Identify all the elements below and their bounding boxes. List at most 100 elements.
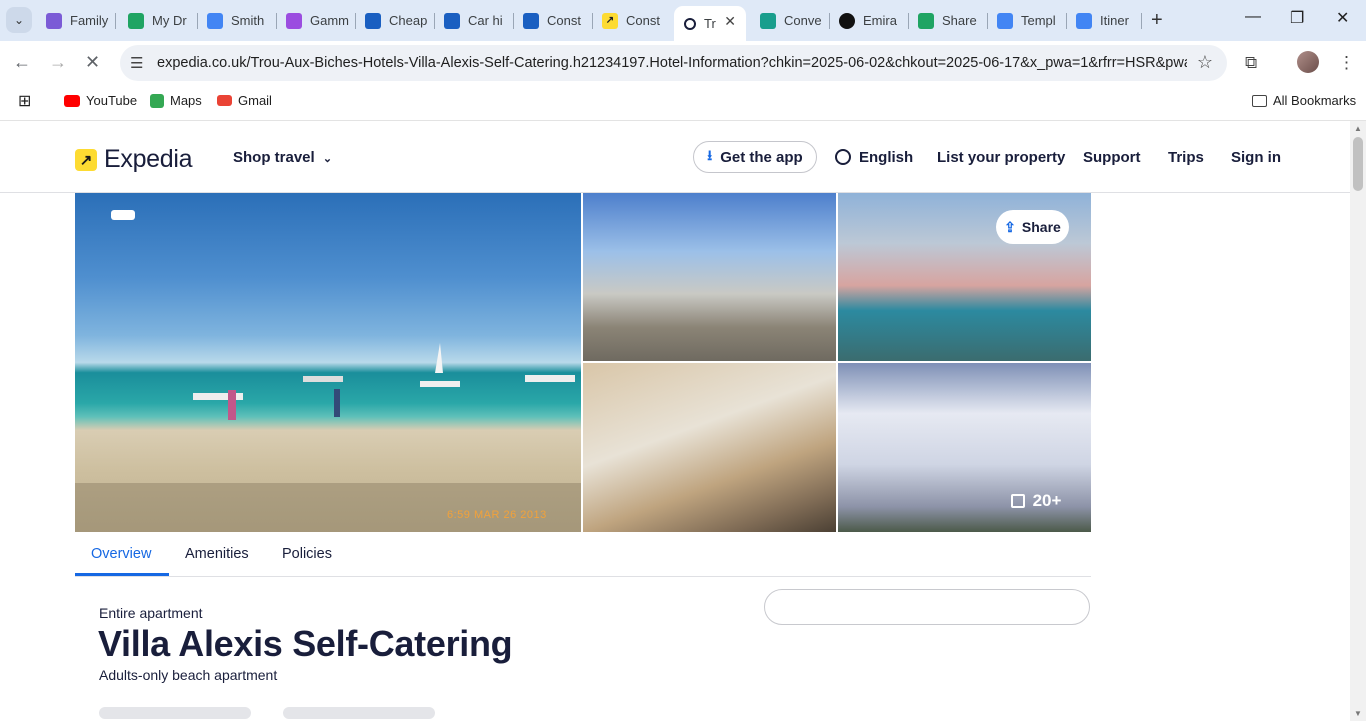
photo-count-button[interactable]: 20+	[1000, 483, 1072, 519]
tab-favicon-icon	[523, 12, 539, 29]
tab-title: Conve	[784, 13, 822, 28]
tab-favicon-icon	[997, 12, 1013, 29]
tab-title: Emira	[863, 13, 897, 28]
tab-policies[interactable]: Policies	[282, 546, 332, 562]
list-property-link[interactable]: List your property	[937, 149, 1065, 166]
browser-tab[interactable]: Gamm	[286, 6, 356, 35]
trips-link[interactable]: Trips	[1168, 149, 1204, 166]
share-button[interactable]: ⇪ Share	[996, 210, 1069, 244]
boat-hull	[525, 375, 575, 382]
tab-overview[interactable]: Overview	[91, 546, 151, 562]
logo-text: Expedia	[104, 145, 193, 173]
browser-tab[interactable]: Smith	[207, 6, 277, 35]
scroll-down-icon[interactable]: ▼	[1354, 709, 1362, 718]
profile-avatar[interactable]	[1297, 51, 1319, 73]
tab-favicon-icon: ↗	[602, 12, 618, 29]
new-tab-icon[interactable]: +	[1151, 9, 1163, 32]
support-link[interactable]: Support	[1083, 149, 1141, 166]
minimize-icon[interactable]: —	[1245, 8, 1261, 26]
scroll-up-icon[interactable]: ▲	[1354, 124, 1362, 133]
gallery-icon	[1010, 494, 1025, 508]
back-icon[interactable]: ←	[13, 52, 31, 73]
share-label: Share	[1021, 219, 1061, 235]
main-beach-photo[interactable]: 6:59 MAR 26 2013	[75, 193, 581, 532]
beach-scene	[75, 343, 581, 532]
booking-panel-placeholder	[764, 589, 1090, 625]
tab-favicon-icon	[918, 12, 934, 29]
person	[334, 389, 340, 417]
expedia-logo-icon: ↗	[75, 148, 97, 171]
tab-title: Smith	[231, 13, 265, 28]
tab-favicon-icon	[1076, 12, 1092, 29]
bookmark-star-icon[interactable]: ☆	[1197, 52, 1213, 73]
bookmark-youtube[interactable]: YouTube	[64, 93, 137, 108]
scrollbar-thumb[interactable]	[1353, 137, 1363, 191]
browser-tab[interactable]: Templ	[997, 6, 1067, 35]
bookmark-label: Gmail	[238, 93, 272, 108]
window-close-icon[interactable]: ✕	[1336, 8, 1349, 28]
browser-tab[interactable]: Car hi	[444, 6, 514, 35]
shop-travel-label: Shop travel	[233, 149, 315, 166]
kitchen-photo[interactable]	[583, 363, 836, 532]
site-info-icon[interactable]: ☰	[130, 54, 143, 72]
tab-favicon-icon	[365, 12, 381, 29]
property-type: Entire apartment	[99, 605, 203, 621]
forward-icon[interactable]: →	[49, 52, 67, 73]
youtube-icon	[64, 94, 80, 107]
address-bar[interactable]: ☰ expedia.co.uk/Trou-Aux-Biches-Hotels-V…	[120, 45, 1227, 81]
url-text[interactable]: expedia.co.uk/Trou-Aux-Biches-Hotels-Vil…	[157, 55, 1187, 71]
get-app-button[interactable]: ⭳ Get the app	[693, 141, 817, 173]
boat-hull	[420, 381, 460, 387]
tab-amenities[interactable]: Amenities	[185, 546, 249, 562]
extensions-icon[interactable]: ⧉	[1245, 53, 1257, 73]
page-scrollbar[interactable]: ▲ ▼	[1350, 121, 1366, 721]
tab-favicon-icon	[207, 12, 223, 29]
photo-timestamp: 6:59 MAR 26 2013	[447, 509, 547, 521]
close-tab-icon[interactable]: ✕	[724, 13, 736, 30]
tab-title: Car hi	[468, 13, 503, 28]
all-bookmarks-label: All Bookmarks	[1273, 93, 1357, 108]
browser-tab[interactable]: Cheap	[365, 6, 435, 35]
tab-search-chevron-icon[interactable]: ⌄	[6, 7, 32, 33]
property-tabs: Overview Amenities Policies	[75, 532, 1091, 577]
tab-title: Tr	[704, 16, 716, 31]
browser-tab-strip: ⌄ Family My Dr Smith Gamm Cheap Car hi C…	[0, 0, 1366, 41]
browser-tab[interactable]: ↗ Const	[602, 6, 672, 35]
balcony-photo[interactable]	[583, 193, 836, 361]
bookmark-maps[interactable]: Maps	[150, 93, 202, 108]
photo-label-tag	[111, 210, 135, 220]
shop-travel-menu[interactable]: Shop travel ⌄	[233, 149, 332, 166]
tab-title: Const	[547, 13, 581, 28]
bookmark-label: Maps	[170, 93, 202, 108]
sign-in-link[interactable]: Sign in	[1231, 149, 1281, 166]
browser-tab-active[interactable]: Tr ✕	[674, 6, 746, 41]
tab-favicon-icon	[684, 17, 696, 30]
apps-grid-icon[interactable]: ⊞	[18, 91, 31, 111]
gmail-icon	[217, 95, 232, 106]
tab-title: Itiner	[1100, 13, 1129, 28]
browser-tab[interactable]: Emira	[839, 6, 909, 35]
tab-favicon-icon	[444, 12, 460, 29]
tab-title: Templ	[1021, 13, 1056, 28]
tab-title: Family	[70, 13, 109, 28]
browser-tab[interactable]: My Dr	[128, 6, 198, 35]
all-bookmarks[interactable]: All Bookmarks	[1252, 93, 1356, 108]
restore-icon[interactable]: ❐	[1290, 8, 1304, 28]
more-menu-icon[interactable]: ⋮	[1338, 53, 1355, 73]
beach-shadow	[75, 483, 581, 532]
stop-loading-icon[interactable]: ✕	[85, 52, 100, 73]
expedia-logo[interactable]: ↗ Expedia	[75, 145, 193, 174]
boat-hull	[303, 376, 343, 382]
tab-title: Const	[626, 13, 660, 28]
bookmark-gmail[interactable]: Gmail	[217, 93, 272, 108]
language-selector[interactable]: English	[835, 149, 913, 166]
browser-tab[interactable]: Share	[918, 6, 988, 35]
browser-tab[interactable]: Family	[46, 6, 116, 35]
browser-tab[interactable]: Const	[523, 6, 593, 35]
browser-tab[interactable]: Itiner	[1076, 6, 1142, 35]
page-viewport: ↗ Expedia Shop travel ⌄ ⭳ Get the app En…	[0, 121, 1350, 721]
photo-gallery: 6:59 MAR 26 2013 ⇪ Share 20+	[75, 193, 1091, 532]
globe-icon	[835, 149, 851, 165]
tab-title: Cheap	[389, 13, 428, 28]
browser-tab[interactable]: Conve	[760, 6, 830, 35]
